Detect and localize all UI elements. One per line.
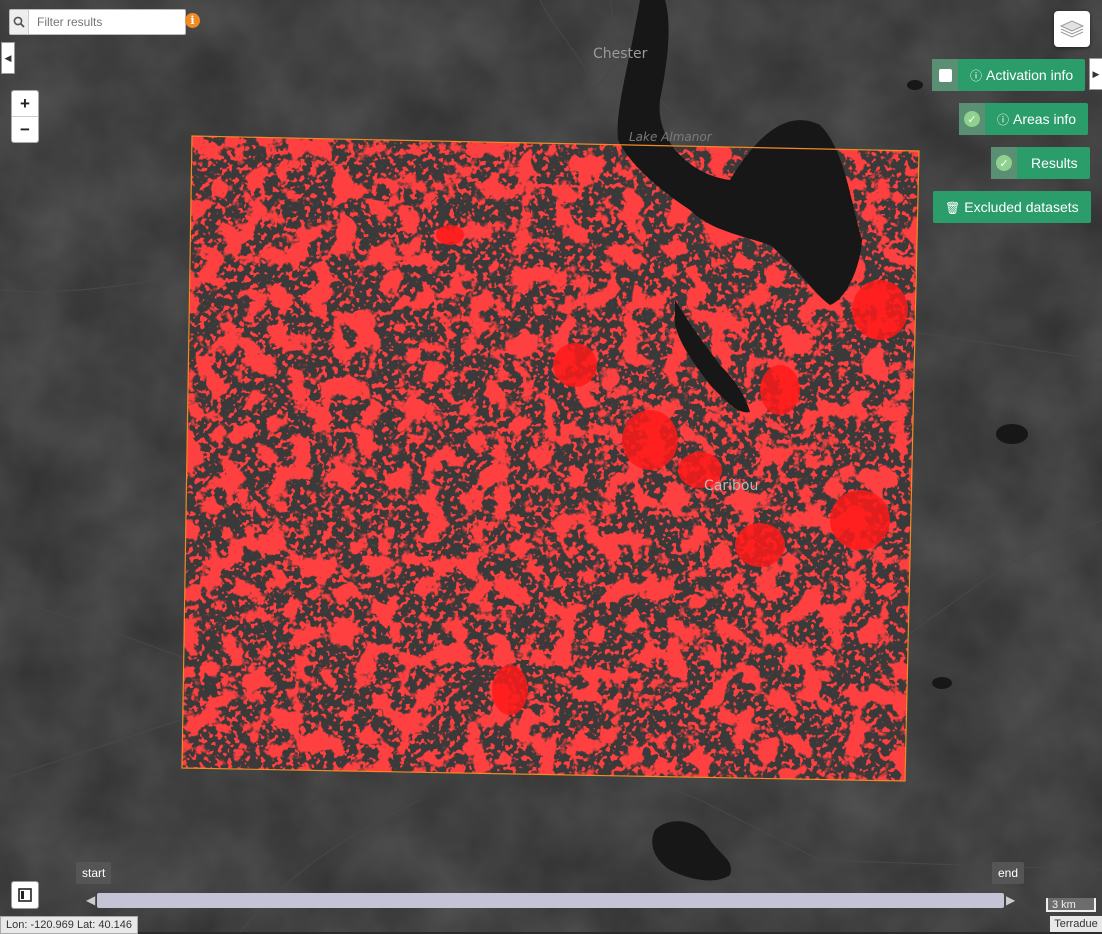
- layers-icon: [1059, 20, 1085, 38]
- layers-button[interactable]: [1054, 11, 1090, 47]
- areas-info-button[interactable]: ⓘ Areas info: [985, 111, 1088, 128]
- search-input[interactable]: [29, 11, 185, 33]
- right-panel-toggle[interactable]: ▶: [1089, 58, 1102, 90]
- timeline-left-arrow-icon[interactable]: ◀: [86, 893, 95, 907]
- timeline-range-bar[interactable]: [97, 893, 1004, 908]
- activation-info-toggle[interactable]: ⓘ Activation info: [932, 59, 1086, 91]
- results-button[interactable]: Results: [1017, 155, 1090, 171]
- info-circle-icon: ⓘ: [997, 112, 1010, 127]
- activation-info-button[interactable]: ⓘ Activation info: [958, 67, 1085, 84]
- checkmark-icon: ✓: [996, 155, 1012, 171]
- activation-info-checkbox[interactable]: [932, 59, 958, 91]
- map-canvas[interactable]: [0, 0, 1102, 932]
- legend-button[interactable]: [11, 881, 39, 909]
- results-checkbox[interactable]: ✓: [991, 147, 1017, 179]
- map-attribution[interactable]: Terradue: [1050, 916, 1102, 932]
- results-toggle[interactable]: ✓ Results: [991, 147, 1090, 179]
- excluded-datasets-label-wrap: 🗑 Excluded datasets: [933, 199, 1091, 215]
- excluded-datasets-label: Excluded datasets: [964, 199, 1079, 215]
- place-label-caribou: Caribou: [704, 478, 759, 494]
- scale-bar: 3 km: [1046, 898, 1096, 912]
- timeline-right-arrow-icon[interactable]: ▶: [1006, 893, 1015, 907]
- search-icon: [13, 16, 25, 28]
- zoom-control: + −: [11, 90, 39, 143]
- map-svg: [0, 0, 1102, 932]
- cursor-coordinates: Lon: -120.969 Lat: 40.146: [0, 916, 138, 934]
- zoom-in-button[interactable]: +: [12, 91, 38, 116]
- place-label-chester: Chester: [593, 46, 648, 62]
- info-circle-icon: ⓘ: [970, 68, 983, 83]
- checkmark-icon: ✓: [964, 111, 980, 127]
- zoom-out-button[interactable]: −: [12, 117, 38, 142]
- timeline-end-handle[interactable]: end: [992, 862, 1025, 884]
- activation-info-label: Activation info: [986, 66, 1074, 83]
- place-label-lake-almanor: Lake Almanor: [629, 130, 712, 144]
- left-panel-toggle[interactable]: ◀: [1, 42, 15, 74]
- checkbox-empty-icon: [938, 68, 952, 82]
- areas-info-checkbox[interactable]: ✓: [959, 103, 985, 135]
- timeline-start-handle[interactable]: start: [76, 862, 112, 884]
- areas-info-label: Areas info: [1013, 110, 1077, 127]
- results-label: Results: [1031, 155, 1078, 171]
- areas-info-toggle[interactable]: ✓ ⓘ Areas info: [959, 103, 1089, 135]
- legend-icon: [18, 888, 32, 902]
- search-bar: [9, 9, 186, 35]
- info-circle-icon[interactable]: i: [185, 13, 200, 28]
- search-button[interactable]: [10, 10, 29, 34]
- trash-icon: 🗑: [945, 201, 961, 215]
- excluded-datasets-button[interactable]: 🗑 Excluded datasets: [933, 191, 1091, 223]
